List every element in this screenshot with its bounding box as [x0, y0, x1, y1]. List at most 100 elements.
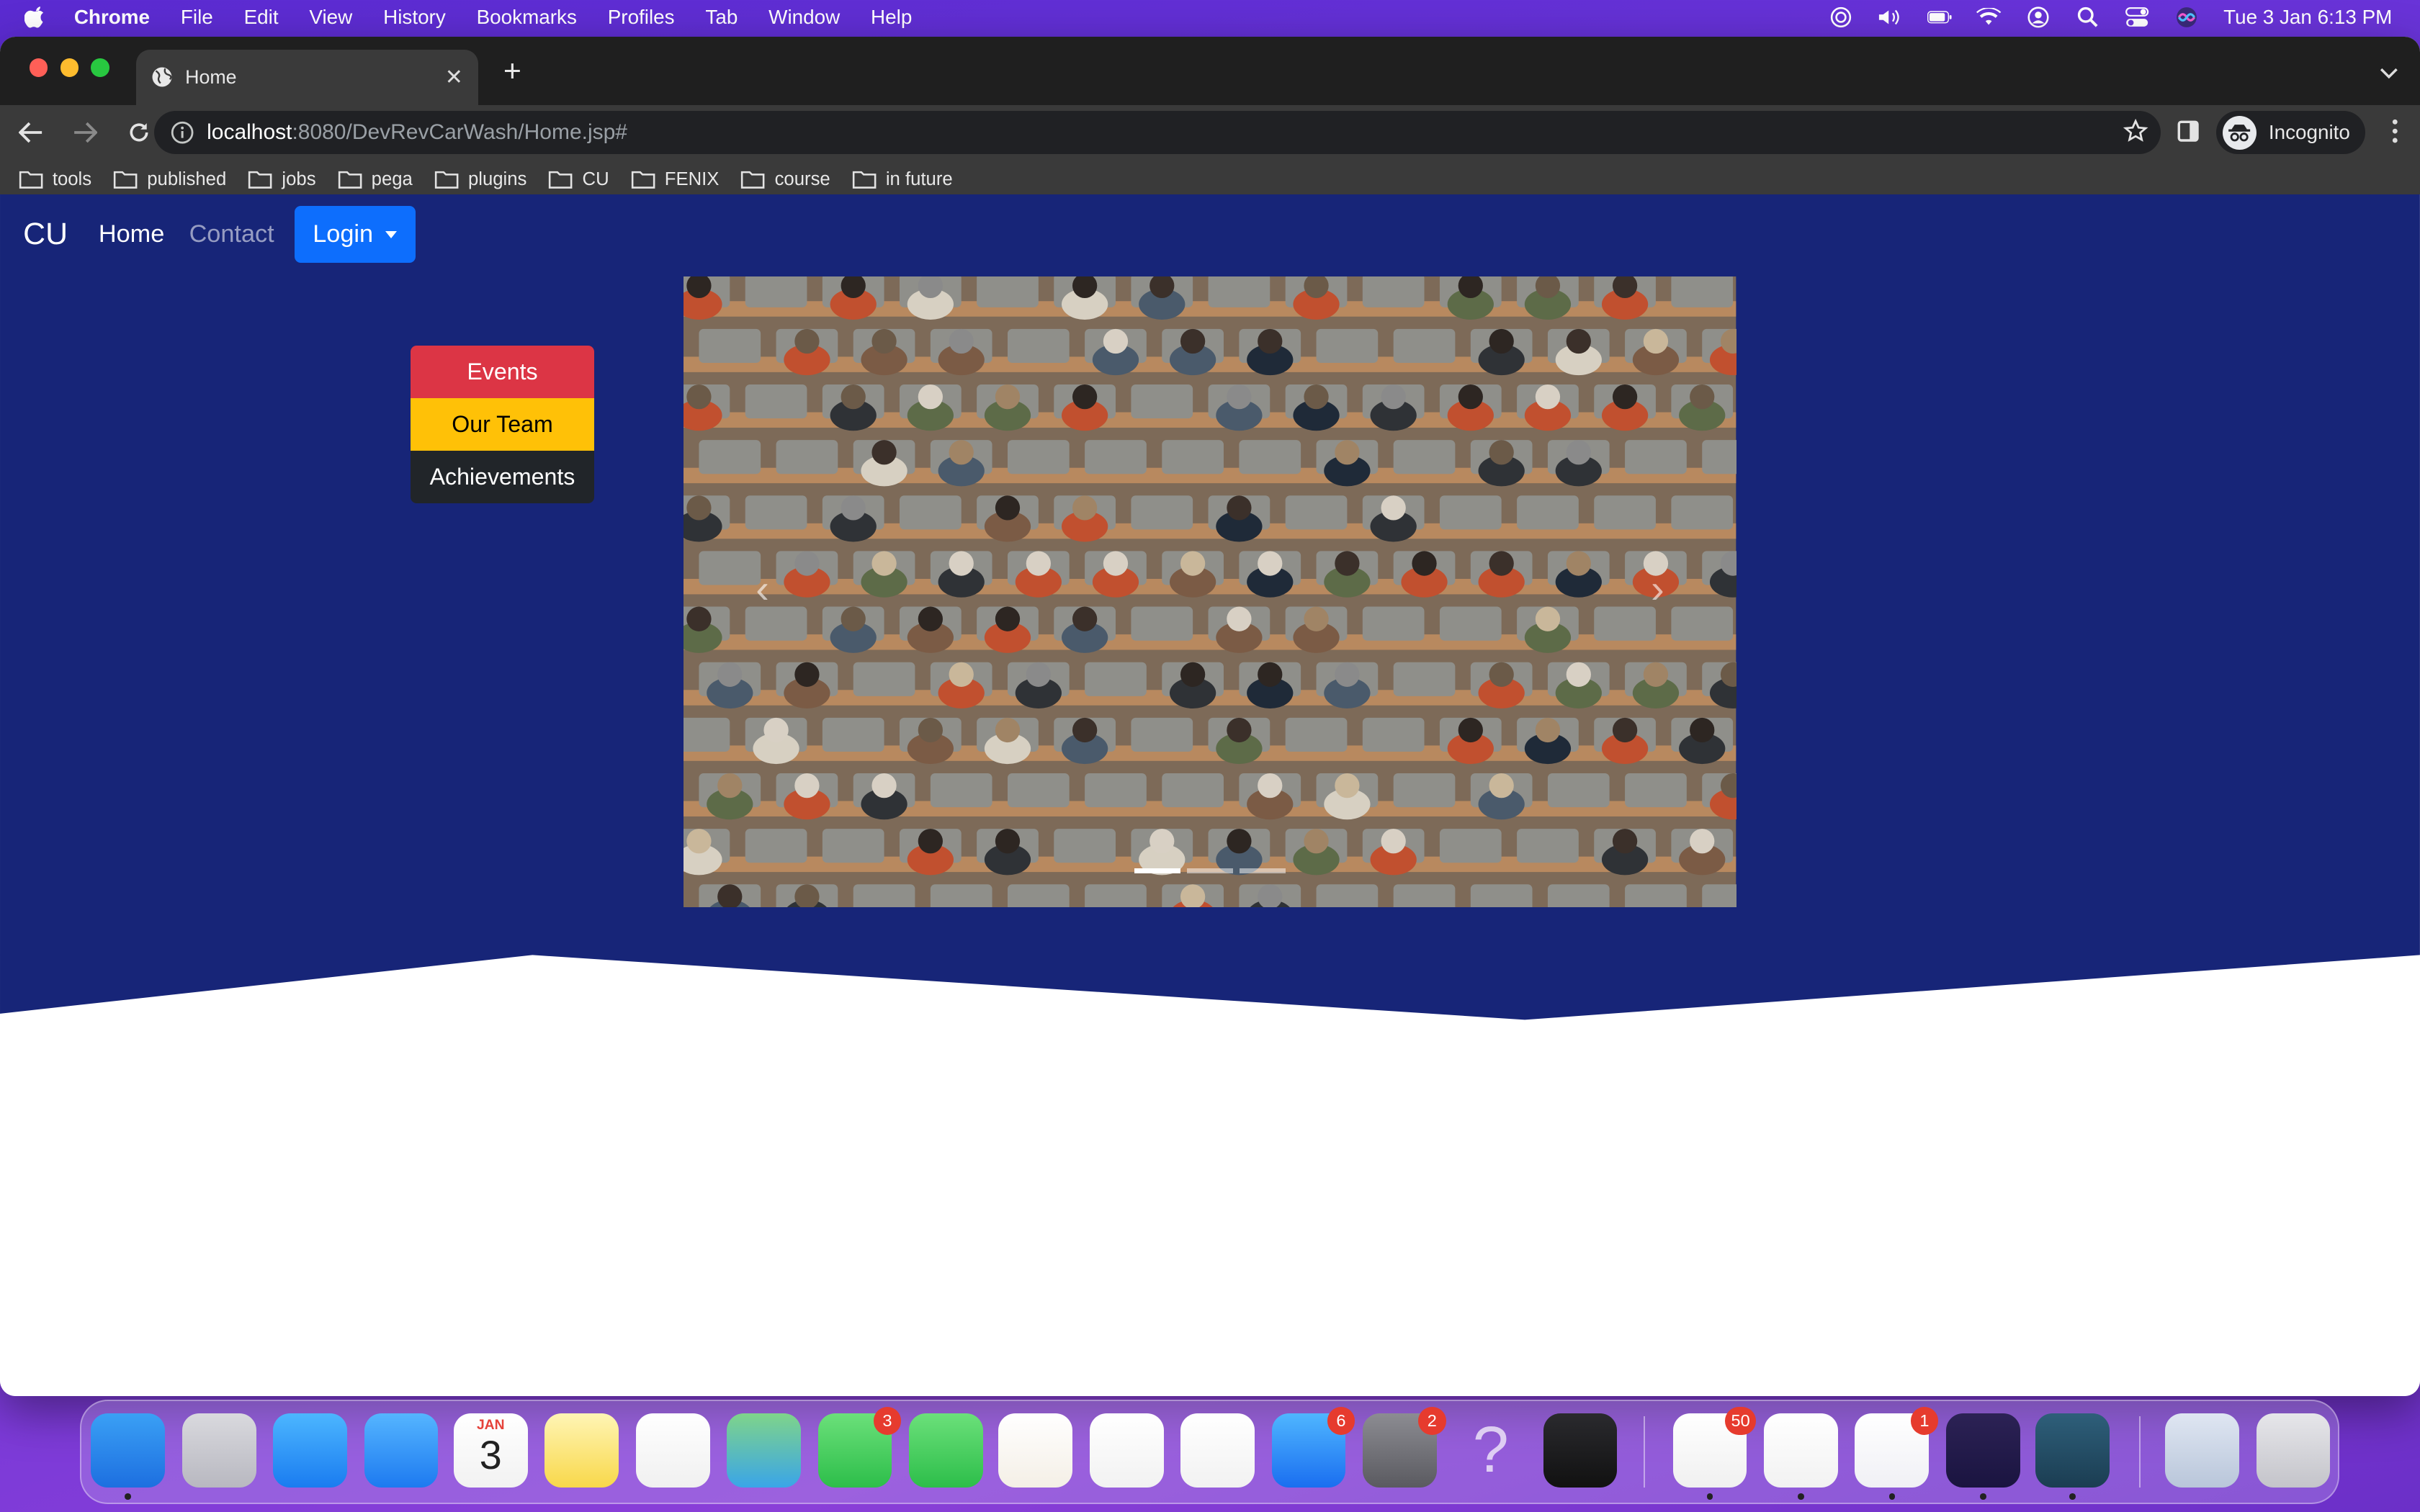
site-navbar: CU Home Contact Login [0, 194, 416, 274]
incognito-icon [2222, 115, 2257, 150]
app-store-icon[interactable]: 6 [1271, 1407, 1355, 1488]
dock-divider [1643, 1416, 1646, 1488]
volume-icon[interactable] [1878, 6, 1902, 28]
eclipse-icon[interactable] [1945, 1413, 2020, 1500]
events-button[interactable]: Events [410, 345, 594, 398]
carousel-indicator-1[interactable] [1134, 868, 1181, 873]
maps-icon[interactable] [727, 1413, 801, 1488]
carousel-indicators [684, 868, 1736, 873]
menu-tab[interactable]: Tab [705, 6, 738, 29]
keynote-icon[interactable] [1180, 1413, 1255, 1488]
side-panel-icon[interactable] [2176, 119, 2200, 150]
carousel-indicator-2[interactable] [1186, 868, 1234, 873]
messages-icon[interactable]: 3 [817, 1407, 902, 1488]
running-indicator [2069, 1493, 2076, 1500]
spotlight-search-icon[interactable] [2075, 6, 2099, 28]
menu-clock[interactable]: Tue 3 Jan 6:13 PM [2223, 6, 2392, 29]
control-center-icon[interactable] [2125, 6, 2149, 28]
nav-contact-link[interactable]: Contact [189, 220, 274, 248]
notes-icon[interactable] [544, 1413, 619, 1488]
running-indicator [1798, 1493, 1804, 1500]
launchpad-icon[interactable] [182, 1413, 256, 1488]
bookmark-folder-plugins[interactable]: plugins [434, 169, 527, 190]
site-brand[interactable]: CU [23, 217, 68, 252]
bookmark-label: published [147, 169, 227, 190]
siri-icon[interactable] [2174, 6, 2199, 28]
battery-icon[interactable] [1927, 6, 1952, 28]
carousel-prev-icon[interactable]: ‹ [739, 566, 785, 612]
address-bar[interactable]: localhost:8080/DevRevCarWash/Home.jsp# [154, 111, 2161, 155]
quicktime-icon[interactable] [1543, 1413, 1618, 1488]
carousel-indicator-3[interactable] [1239, 868, 1286, 873]
side-button-group: Events Our Team Achievements [410, 345, 594, 503]
folder-icon [338, 171, 362, 189]
slack-icon[interactable]: 50 [1672, 1407, 1757, 1500]
help-icon[interactable]: ? [1453, 1413, 1528, 1488]
close-tab-icon[interactable]: ✕ [445, 65, 463, 90]
image-carousel: ‹ › [684, 276, 1736, 907]
zoom-window-button[interactable] [91, 58, 110, 78]
running-indicator [125, 1493, 131, 1500]
documents-folder-icon[interactable] [2165, 1413, 2240, 1488]
bookmark-folder-cu[interactable]: CU [548, 169, 609, 190]
url-path: :8080/DevRevCarWash/Home.jsp# [292, 120, 627, 145]
notification-badge: 3 [873, 1407, 902, 1435]
bookmark-folder-tools[interactable]: tools [19, 169, 91, 190]
finder-icon[interactable] [91, 1413, 166, 1500]
login-dropdown-button[interactable]: Login [294, 206, 416, 264]
running-indicator [1706, 1493, 1713, 1500]
achievements-button[interactable]: Achievements [410, 450, 594, 503]
bookmark-folder-published[interactable]: published [113, 169, 226, 190]
pages-icon[interactable] [998, 1413, 1073, 1488]
close-window-button[interactable] [29, 58, 48, 78]
safari-icon[interactable] [273, 1413, 347, 1488]
incognito-profile-button[interactable]: Incognito [2216, 111, 2366, 155]
trash-icon[interactable] [2256, 1413, 2331, 1488]
menu-help[interactable]: Help [871, 6, 912, 29]
login-label: Login [313, 220, 374, 248]
airdrop-icon[interactable] [1829, 6, 1853, 28]
our-team-button[interactable]: Our Team [410, 397, 594, 451]
bookmark-star-icon[interactable] [2123, 118, 2148, 143]
tab-home[interactable]: Home ✕ [135, 49, 479, 105]
menu-app-name[interactable]: Chrome [74, 6, 150, 29]
new-tab-icon[interactable]: + [497, 54, 528, 89]
mail-icon[interactable] [364, 1413, 439, 1488]
teams-icon[interactable]: 1 [1855, 1407, 1939, 1500]
site-info-icon[interactable] [170, 120, 194, 145]
chrome-icon[interactable] [1764, 1413, 1838, 1500]
tab-search-chevron-icon[interactable] [2380, 58, 2398, 86]
carousel-next-icon[interactable]: › [1634, 566, 1680, 612]
menu-window[interactable]: Window [768, 6, 840, 29]
browser-window: Home ✕ + localhost:8080/DevRevCarWash/Ho… [0, 37, 2420, 1397]
running-indicator [1888, 1493, 1896, 1500]
numbers-icon[interactable] [1089, 1413, 1164, 1488]
menu-profiles[interactable]: Profiles [608, 6, 675, 29]
bookmark-folder-in-future[interactable]: in future [852, 169, 953, 190]
bookmark-folder-pega[interactable]: pega [338, 169, 413, 190]
forward-icon[interactable] [62, 109, 108, 156]
menu-history[interactable]: History [383, 6, 446, 29]
apple-icon[interactable] [24, 6, 46, 28]
menu-view[interactable]: View [309, 6, 352, 29]
back-icon[interactable] [8, 109, 54, 156]
minimize-window-button[interactable] [60, 58, 79, 78]
mysql-workbench-icon[interactable] [2035, 1413, 2110, 1500]
bookmark-folder-jobs[interactable]: jobs [248, 169, 316, 190]
wifi-icon[interactable] [1976, 6, 2002, 28]
menu-edit[interactable]: Edit [244, 6, 279, 29]
bookmark-label: plugins [467, 169, 527, 190]
system-settings-icon[interactable]: 2 [1362, 1407, 1446, 1488]
user-account-icon[interactable] [2026, 6, 2051, 28]
bookmark-folder-course[interactable]: course [740, 169, 830, 190]
facetime-icon[interactable] [908, 1413, 983, 1488]
menu-file[interactable]: File [181, 6, 213, 29]
hero-section: CU Home Contact Login Events Our Team Ac… [0, 194, 2420, 1035]
calendar-icon[interactable]: JAN 3 [453, 1413, 528, 1488]
bookmark-folder-fenix[interactable]: FENIX [631, 169, 719, 190]
more-menu-icon[interactable] [2392, 119, 2398, 150]
nav-home-link[interactable]: Home [99, 220, 164, 248]
menu-bookmarks[interactable]: Bookmarks [477, 6, 577, 29]
reminders-icon[interactable] [635, 1413, 710, 1488]
auditorium-photo [684, 276, 1736, 907]
